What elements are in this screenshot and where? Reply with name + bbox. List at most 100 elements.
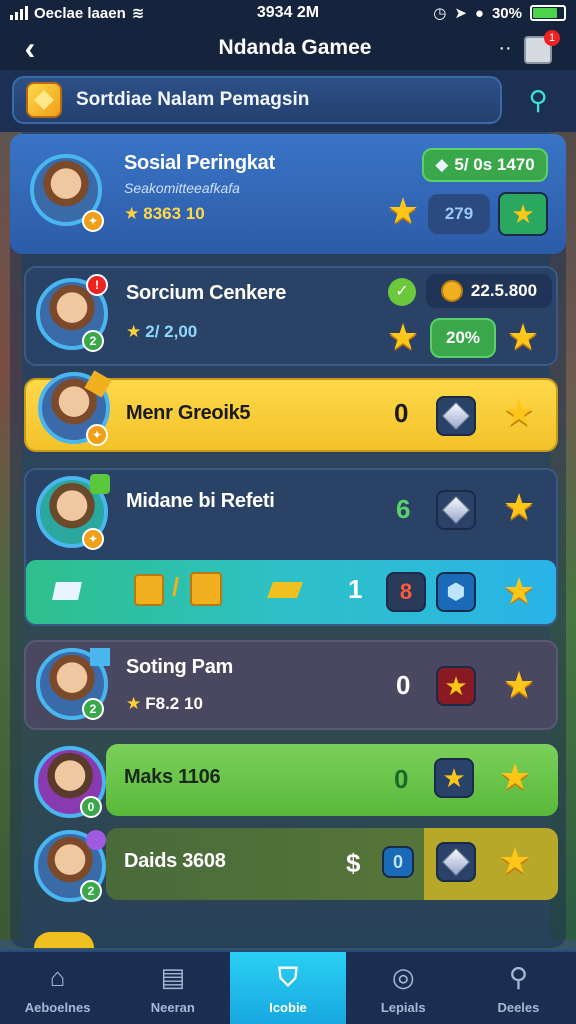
star-icon: ★ <box>502 392 536 433</box>
diamond-icon: ◆ <box>435 155 449 174</box>
item-count: 0 <box>394 398 409 428</box>
nav-item-shield[interactable]: ⛉ Icobie <box>230 952 346 1024</box>
nav-item-compass[interactable]: ◎ Lepials <box>346 952 461 1024</box>
player-name: Sosial Peringkat <box>124 152 275 174</box>
status-bar: Oeclae laaen ≋ 3934 2M ◷ ➤ ● 30% <box>0 0 576 26</box>
lock-icon: ● <box>474 4 484 22</box>
player-name: Maks 1106 <box>124 766 221 788</box>
player-name: Menr Greoik5 <box>126 402 251 424</box>
battery-percent: 30% <box>491 4 522 22</box>
star-button[interactable]: ★ <box>498 192 548 236</box>
alert-badge: ! <box>86 274 108 296</box>
nav-item-search[interactable]: ⚲ Deeles <box>461 952 576 1024</box>
page-title: Ndanda Gamee <box>218 36 372 59</box>
star-icon: ★ <box>502 664 536 705</box>
ticket-icon <box>267 582 303 598</box>
search-icon: ⚲ <box>508 962 528 992</box>
score-box: 279 <box>428 194 490 234</box>
red-box: 8 <box>386 572 426 612</box>
star-button[interactable]: ★ <box>436 666 476 706</box>
location-icon: ➤ <box>454 5 467 22</box>
star-icon: ★ <box>498 756 532 797</box>
star-button[interactable]: ★ <box>434 758 474 798</box>
blue-box: 0 <box>382 846 414 878</box>
bottom-navigation: ⌂ Aeboelnes ▤ Neeran ⛉ Icobie ◎ Lepials … <box>0 950 576 1024</box>
reward-bar[interactable]: / 1 8 ⬢ ★ <box>26 560 556 624</box>
search-button[interactable]: ⚲ <box>520 82 556 118</box>
more-menu-icon[interactable]: ·· <box>490 37 520 60</box>
star-icon: ★ <box>502 570 536 611</box>
search-icon: ⚲ <box>528 85 548 115</box>
carrier-name: Oeclae laaen <box>34 4 126 22</box>
gem-icon <box>86 830 106 850</box>
shield-icon: ⛉ <box>278 961 298 992</box>
star-icon: ★ <box>498 840 532 881</box>
notification-badge: 1 <box>544 30 560 46</box>
wifi-icon: ≋ <box>131 5 145 22</box>
star-icon: ★ <box>511 198 535 229</box>
list-item[interactable]: Maks 1106 0 ★ ★ <box>106 744 558 816</box>
cube-icon <box>26 82 62 118</box>
item-count: 0 <box>396 670 411 700</box>
rank-badge: 0 <box>80 796 102 818</box>
list-item[interactable]: 2 Soting Pam ★ F8.2 10 0 ★ ★ <box>24 640 558 730</box>
gem-button[interactable] <box>436 490 476 530</box>
rank-badge: 2 <box>82 330 104 352</box>
crystal-button[interactable]: ⬢ <box>436 572 476 612</box>
search-input[interactable]: Sortdiae Nalam Pemagsin <box>12 76 502 124</box>
compass-icon: ◎ <box>391 962 415 992</box>
player-score: ★ 2/ 2,00 <box>126 322 198 341</box>
inbox-button[interactable]: 1 <box>520 30 560 66</box>
gem-button[interactable] <box>436 842 476 882</box>
player-score: ★ F8.2 10 <box>126 694 203 713</box>
rank-badge: 2 <box>82 698 104 720</box>
chest-icon <box>134 574 164 606</box>
list-item[interactable]: ✦ Menr Greoik5 0 ★ <box>24 370 558 452</box>
item-count: 1 <box>348 574 363 604</box>
search-placeholder: Sortdiae Nalam Pemagsin <box>76 89 310 110</box>
search-section: Sortdiae Nalam Pemagsin ⚲ <box>0 70 576 132</box>
item-count: 0 <box>394 764 409 794</box>
rank-badge: ✦ <box>86 424 108 446</box>
card-icon <box>52 582 82 600</box>
chest-icon <box>190 572 222 606</box>
crystal-icon: ⬢ <box>446 579 466 604</box>
coin-count: 22.5.800 <box>426 274 552 308</box>
star-icon: ★ <box>386 190 420 231</box>
reward-pill: ◆ 5/ 0s 1470 <box>422 148 548 182</box>
nav-label: Lepials <box>380 999 426 1015</box>
star-icon: ★ <box>442 762 466 793</box>
list-item[interactable]: ✦ Midane bi Refeti 6 ★ / 1 8 ⬢ ★ <box>24 468 558 626</box>
nav-label: Neeran <box>150 999 195 1015</box>
gem-icon <box>441 847 471 877</box>
list-item[interactable]: ✦ Sosial Peringkat Seakomitteeafkafa ★ 83… <box>10 134 566 254</box>
player-name: Daids 3608 <box>124 850 226 872</box>
rank-badge: ✦ <box>82 528 104 550</box>
gem-button[interactable] <box>436 396 476 436</box>
check-icon: ✓ <box>388 278 416 306</box>
alarm-icon: ◷ <box>433 5 447 22</box>
back-button[interactable]: ‹ <box>0 28 60 68</box>
gem-icon <box>441 401 471 431</box>
item-count: $ <box>346 848 361 878</box>
cards-icon: ▤ <box>160 962 186 992</box>
star-icon: ★ <box>386 316 420 357</box>
list-item[interactable]: ! 2 Sorcium Cenkere ★ 2/ 2,00 ✓ 22.5.800 … <box>24 266 558 366</box>
rank-badge: ✦ <box>82 210 104 232</box>
nav-item-home[interactable]: ⌂ Aeboelnes <box>0 952 115 1024</box>
partial-item-icon <box>34 932 94 948</box>
clock: 3934 2M <box>256 4 320 21</box>
rank-badge: 2 <box>80 880 102 902</box>
nav-item-cards[interactable]: ▤ Neeran <box>115 952 230 1024</box>
home-icon: ⌂ <box>49 962 66 992</box>
nav-label: Aeboelnes <box>24 999 91 1015</box>
player-name: Soting Pam <box>126 656 234 678</box>
player-subtitle: Seakomitteeafkafa <box>124 180 240 196</box>
list-item[interactable]: Daids 3608 $ 0 ★ <box>106 828 558 900</box>
star-icon: ★ <box>502 486 536 527</box>
leaderboard-panel: ✦ Sosial Peringkat Seakomitteeafkafa ★ 83… <box>10 134 566 948</box>
nav-label: Deeles <box>497 999 540 1015</box>
star-icon: ★ <box>444 670 468 701</box>
battery-icon <box>530 5 566 21</box>
signal-icon <box>10 6 28 20</box>
